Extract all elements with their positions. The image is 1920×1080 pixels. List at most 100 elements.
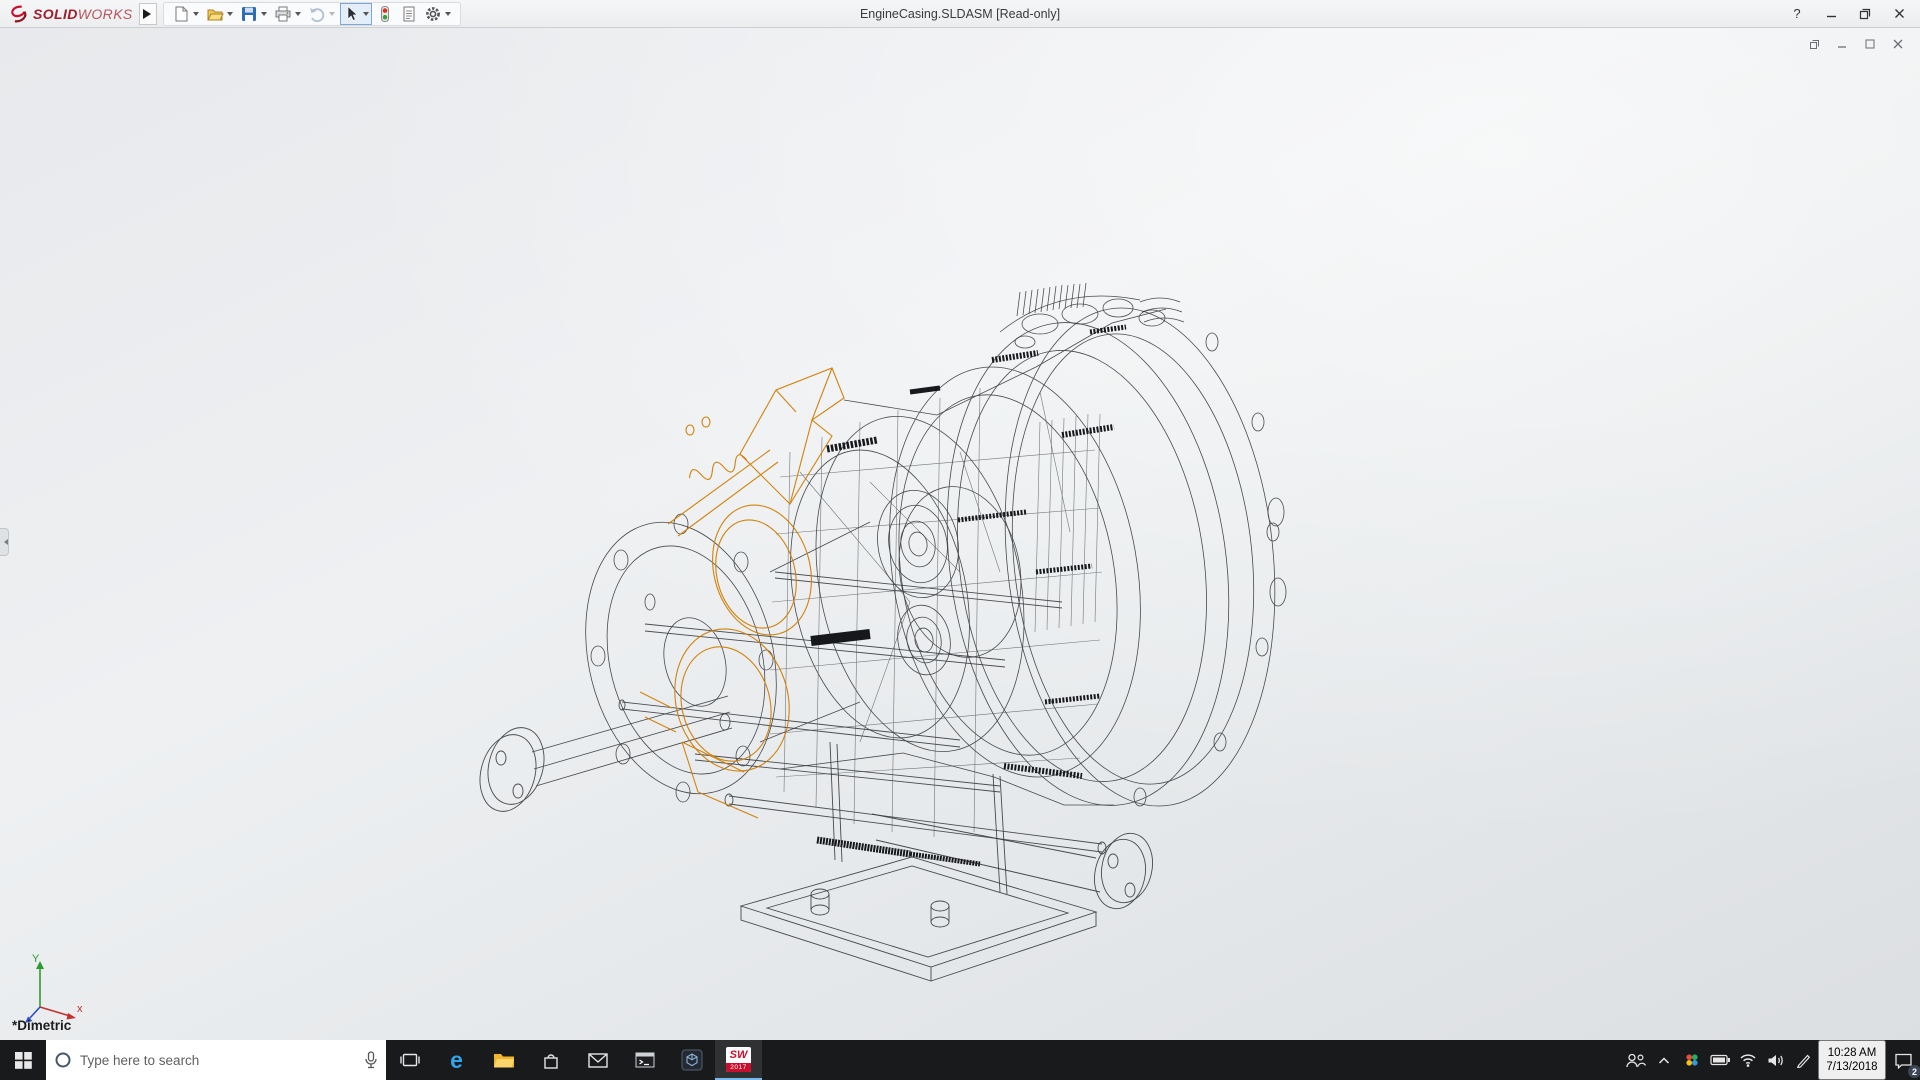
- open-document-button[interactable]: [204, 3, 236, 25]
- minimize-icon: [1826, 8, 1837, 19]
- doc-maximize-button[interactable]: [1860, 36, 1880, 52]
- window-controls: ?: [1780, 1, 1916, 27]
- restore-icon: [1859, 8, 1871, 20]
- chevron-down-icon[interactable]: [329, 12, 335, 19]
- tray-antivirus-button[interactable]: [1678, 1040, 1706, 1080]
- edge-icon: e: [450, 1049, 463, 1072]
- undo-icon: [308, 5, 326, 23]
- wifi-icon: [1739, 1053, 1757, 1067]
- taskbar-mail-button[interactable]: [574, 1040, 621, 1080]
- chevron-down-icon[interactable]: [227, 12, 233, 19]
- print-icon: [274, 5, 292, 23]
- store-bag-icon: [542, 1051, 560, 1070]
- document-title: EngineCasing.SLDASM [Read-only]: [860, 0, 1060, 28]
- save-icon: [240, 5, 258, 23]
- chevron-down-icon[interactable]: [363, 12, 369, 19]
- file-explorer-icon: [493, 1051, 515, 1069]
- tray-show-hidden-icons-button[interactable]: [1650, 1040, 1678, 1080]
- options-button[interactable]: [422, 3, 454, 25]
- clock-date: 7/13/2018: [1826, 1060, 1877, 1074]
- taskbar-store-button[interactable]: [527, 1040, 574, 1080]
- close-icon: [1893, 39, 1903, 49]
- speaker-icon: [1767, 1053, 1785, 1068]
- cortana-icon: [54, 1051, 72, 1069]
- file-properties-button[interactable]: [398, 3, 420, 25]
- chevron-down-icon[interactable]: [261, 12, 267, 19]
- orientation-triad: Y x: [22, 953, 86, 1027]
- triad-y-label: Y: [32, 953, 40, 965]
- new-document-button[interactable]: [170, 3, 202, 25]
- tray-clock[interactable]: 10:28 AM 7/13/2018: [1818, 1040, 1886, 1080]
- doc-close-button[interactable]: [1888, 36, 1908, 52]
- quick-access-toolbar: [163, 2, 461, 26]
- window-minimize-button[interactable]: [1814, 1, 1848, 27]
- taskbar: e SW 2017: [0, 1040, 1920, 1080]
- console-window-icon: [635, 1052, 655, 1068]
- menu-flyout-button[interactable]: [139, 3, 157, 25]
- flyout-arrow-icon: [143, 9, 156, 19]
- selected-component-highlight: [640, 368, 844, 818]
- new-document-icon: [172, 5, 190, 23]
- maximize-icon: [1865, 39, 1875, 49]
- tray-pen-button[interactable]: [1790, 1040, 1818, 1080]
- taskbar-3d-viewer-button[interactable]: [668, 1040, 715, 1080]
- solidworks-icon-year: 2017: [726, 1063, 751, 1072]
- task-view-icon: [400, 1051, 420, 1069]
- open-folder-icon: [206, 5, 224, 23]
- start-button[interactable]: [0, 1040, 46, 1080]
- pen-icon: [1796, 1052, 1812, 1068]
- help-button[interactable]: ?: [1780, 1, 1814, 27]
- taskbar-file-explorer-button[interactable]: [480, 1040, 527, 1080]
- select-tool-button[interactable]: [340, 3, 372, 25]
- minimize-icon: [1837, 39, 1847, 49]
- gear-icon: [424, 5, 442, 23]
- titlebar: SOLIDWORKS: [0, 0, 1920, 28]
- featuremanager-collapsed-tab[interactable]: [0, 528, 9, 556]
- pinwheel-app-icon: [1684, 1052, 1700, 1068]
- tray-battery-button[interactable]: [1706, 1040, 1734, 1080]
- dassault-ds-logo-icon: [8, 4, 30, 24]
- doc-minimize-button[interactable]: [1832, 36, 1852, 52]
- notification-badge: 2: [1908, 1065, 1920, 1078]
- task-view-button[interactable]: [386, 1040, 433, 1080]
- taskbar-edge-button[interactable]: e: [433, 1040, 480, 1080]
- chevron-down-icon[interactable]: [445, 12, 451, 19]
- triad-x-label: x: [77, 1003, 83, 1015]
- file-properties-icon: [400, 5, 418, 23]
- action-center-button[interactable]: 2: [1886, 1040, 1920, 1080]
- rebuild-stoplight-icon: [376, 5, 394, 23]
- tray-network-button[interactable]: [1734, 1040, 1762, 1080]
- tray-people-button[interactable]: [1622, 1040, 1650, 1080]
- chevron-down-icon[interactable]: [193, 12, 199, 19]
- chevron-up-icon: [1658, 1056, 1670, 1065]
- print-button[interactable]: [272, 3, 304, 25]
- mail-icon: [588, 1053, 608, 1068]
- 3d-cube-app-icon: [681, 1049, 703, 1071]
- microphone-icon[interactable]: [364, 1051, 378, 1069]
- document-window-controls: [1804, 36, 1908, 52]
- view-orientation-label: *Dimetric: [12, 1018, 71, 1033]
- chevron-down-icon[interactable]: [295, 12, 301, 19]
- taskbar-console-button[interactable]: [621, 1040, 668, 1080]
- search-input[interactable]: [80, 1053, 356, 1068]
- window-close-button[interactable]: [1882, 1, 1916, 27]
- graphics-area[interactable]: Y x *Dimetric: [0, 28, 1920, 1040]
- solidworks-icon-label: SW: [726, 1047, 751, 1063]
- solidworks-wordmark: SOLIDWORKS: [33, 6, 133, 22]
- wordmark-works: WORKS: [78, 6, 133, 22]
- save-button[interactable]: [238, 3, 270, 25]
- window-restore-button[interactable]: [1848, 1, 1882, 27]
- rebuild-button[interactable]: [374, 3, 396, 25]
- solidworks-logo: SOLIDWORKS: [4, 4, 137, 24]
- restore-icon: [1809, 39, 1820, 50]
- taskbar-search[interactable]: [46, 1040, 386, 1080]
- people-icon: [1626, 1053, 1646, 1068]
- taskbar-solidworks-button[interactable]: SW 2017: [715, 1040, 762, 1080]
- solidworks-app-icon: SW 2017: [726, 1047, 751, 1072]
- engine-casing-wireframe-model[interactable]: [440, 272, 1300, 982]
- doc-restore-button[interactable]: [1804, 36, 1824, 52]
- undo-button[interactable]: [306, 3, 338, 25]
- tray-volume-button[interactable]: [1762, 1040, 1790, 1080]
- battery-icon: [1710, 1054, 1731, 1066]
- close-icon: [1894, 8, 1905, 19]
